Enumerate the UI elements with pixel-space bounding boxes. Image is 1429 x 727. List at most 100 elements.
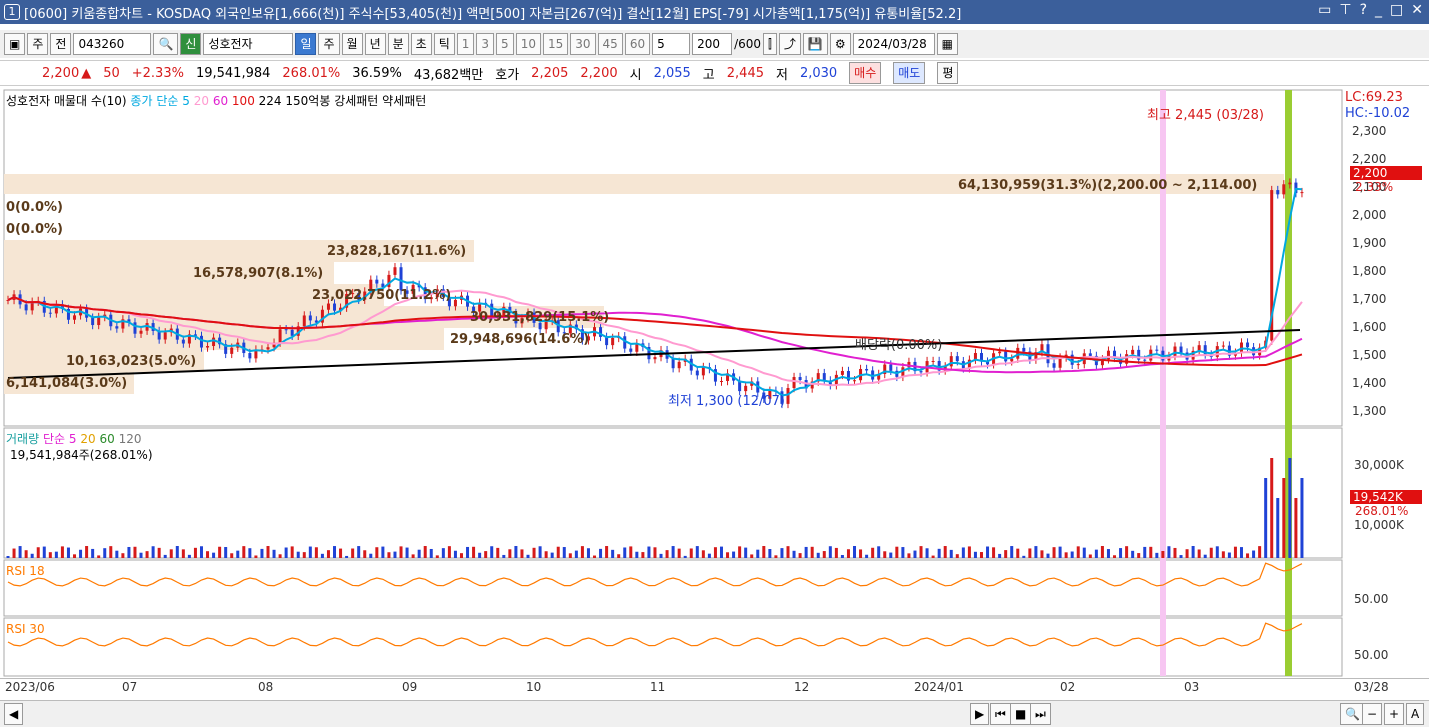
volume-bar [937, 548, 941, 558]
volume-bar [260, 548, 264, 558]
save-icon[interactable]: 💾 [802, 33, 828, 55]
pin-icon[interactable]: ⊤ [1339, 2, 1351, 18]
interval-3[interactable]: 3 [476, 33, 495, 55]
x-label: 08 [258, 680, 274, 694]
ma-legend-label[interactable]: 종가 단순 [130, 94, 178, 108]
tab-month[interactable]: 월 [341, 33, 363, 55]
ma60-legend[interactable]: 60 [213, 94, 228, 108]
ma20-legend[interactable]: 20 [194, 94, 209, 108]
date-input[interactable]: 2024/03/28 [852, 33, 935, 55]
interval-input[interactable]: 5 [652, 33, 691, 55]
maximize-icon[interactable]: □ [1390, 2, 1403, 18]
volume-bar [230, 553, 234, 558]
tab-second[interactable]: 초 [410, 33, 432, 55]
stop-icon[interactable]: ■ [1010, 703, 1032, 725]
ma100-legend[interactable]: 100 [232, 94, 255, 108]
text-tool-icon[interactable]: A [1406, 703, 1425, 725]
tab-minute[interactable]: 분 [387, 33, 409, 55]
chart-canvas[interactable] [0, 88, 1429, 678]
tab-week[interactable]: 주 [318, 33, 340, 55]
low-label: 저 [775, 67, 788, 83]
volume-bar [1155, 552, 1159, 558]
interval-60[interactable]: 60 [624, 33, 651, 55]
volume-bar [1276, 498, 1280, 558]
period-type-select[interactable]: 주 [27, 33, 49, 55]
play-icon[interactable]: ▶ [970, 703, 990, 725]
close-icon[interactable]: ✕ [1411, 2, 1423, 18]
candle-body [333, 303, 337, 311]
minus-icon[interactable]: − [1362, 703, 1383, 725]
volume-bar [405, 547, 409, 558]
chart-area[interactable]: 성호전자 매물대 수(10) 종가 단순 5 20 60 100 224 150… [0, 88, 1429, 678]
volume-bar [992, 547, 996, 558]
scroll-left-icon[interactable]: ◀ [4, 703, 24, 725]
chart-scrollbar[interactable]: ◀ ▶ ⏮ ■ ⏭ 🔍 − + A [0, 700, 1429, 727]
ma224-legend[interactable]: 224 [259, 94, 282, 108]
candle-body [308, 315, 312, 321]
x-axis: 2023/06 07 08 09 10 11 12 2024/01 02 03 … [0, 678, 1429, 698]
sell-button[interactable]: 매도 [893, 62, 926, 84]
bid-price: 2,200 [580, 65, 618, 81]
vol-ma20-legend[interactable]: 20 [80, 432, 95, 446]
ma5-legend[interactable]: 5 [182, 94, 190, 108]
vol-ma60-legend[interactable]: 60 [99, 432, 114, 446]
minimize-icon[interactable]: _ [1375, 2, 1382, 18]
search-icon[interactable]: 🔍 [153, 33, 179, 55]
volume-bar [42, 546, 46, 558]
main-legend[interactable]: 성호전자 매물대 수(10) [6, 94, 127, 108]
volume-bar [774, 555, 778, 558]
volume-bar [986, 546, 990, 558]
interval-1[interactable]: 1 [456, 33, 475, 55]
plus-icon[interactable]: + [1384, 703, 1405, 725]
rsi30-legend[interactable]: RSI 30 [6, 622, 45, 636]
candle-icon[interactable]: ⫿ [763, 33, 777, 55]
vol-ma5-legend[interactable]: 5 [69, 432, 77, 446]
rsi18-legend[interactable]: RSI 18 [6, 564, 45, 578]
candle-body [1143, 359, 1147, 361]
volume-bar [484, 551, 488, 558]
prev-button[interactable]: 전 [50, 33, 72, 55]
volume-bar [599, 548, 603, 558]
low-price: 2,030 [799, 65, 838, 81]
help-icon[interactable]: ? [1360, 2, 1367, 18]
buy-button[interactable]: 매수 [849, 62, 882, 84]
price-axis-tick: 2,000 [1352, 208, 1387, 222]
chart-icon[interactable]: ▣ [4, 33, 26, 55]
price-axis-tick: 1,300 [1352, 404, 1387, 418]
candle-body [1282, 184, 1286, 195]
volume-bar [665, 550, 669, 558]
vol-ma120-legend[interactable]: 120 [119, 432, 142, 446]
eval-button[interactable]: 평 [937, 62, 959, 84]
interval-30[interactable]: 30 [570, 33, 596, 55]
rsi18-panel-border [3, 559, 1343, 617]
volume-bar [387, 552, 391, 558]
volume-bar [1233, 546, 1237, 558]
interval-45[interactable]: 45 [597, 33, 623, 55]
candle-body [278, 329, 282, 343]
vol-ma-label[interactable]: 단순 [43, 432, 65, 446]
tab-tick[interactable]: 틱 [433, 33, 455, 55]
volume-bar [538, 546, 542, 558]
volume-bar [907, 553, 911, 558]
volume-bar [478, 552, 482, 558]
calendar-icon[interactable]: ▦ [936, 33, 958, 55]
interval-5[interactable]: 5 [496, 33, 514, 55]
line-icon[interactable]: ⤴ [778, 33, 801, 55]
gear-icon[interactable]: ⚙ [829, 33, 851, 55]
stock-name-field[interactable]: 성호전자 [203, 33, 294, 55]
tab-day[interactable]: 일 [295, 33, 317, 55]
ask-price: 2,205 [531, 65, 569, 81]
volume-bar [695, 546, 699, 558]
forward-icon[interactable]: ⏭ [1030, 703, 1051, 725]
count-input[interactable]: 200 [692, 33, 733, 55]
interval-10[interactable]: 10 [515, 33, 541, 55]
tab-year[interactable]: 년 [364, 33, 386, 55]
code-input[interactable]: 043260 [73, 33, 152, 55]
volume-legend-title[interactable]: 거래량 [6, 432, 39, 446]
restore-icon[interactable]: ▭ [1318, 2, 1331, 18]
volume-bar [272, 549, 276, 558]
candle-body [653, 357, 657, 360]
interval-15[interactable]: 15 [542, 33, 569, 55]
pattern-legend[interactable]: 150억봉 강세패턴 약세패턴 [285, 94, 426, 108]
rewind-icon[interactable]: ⏮ [990, 703, 1011, 725]
